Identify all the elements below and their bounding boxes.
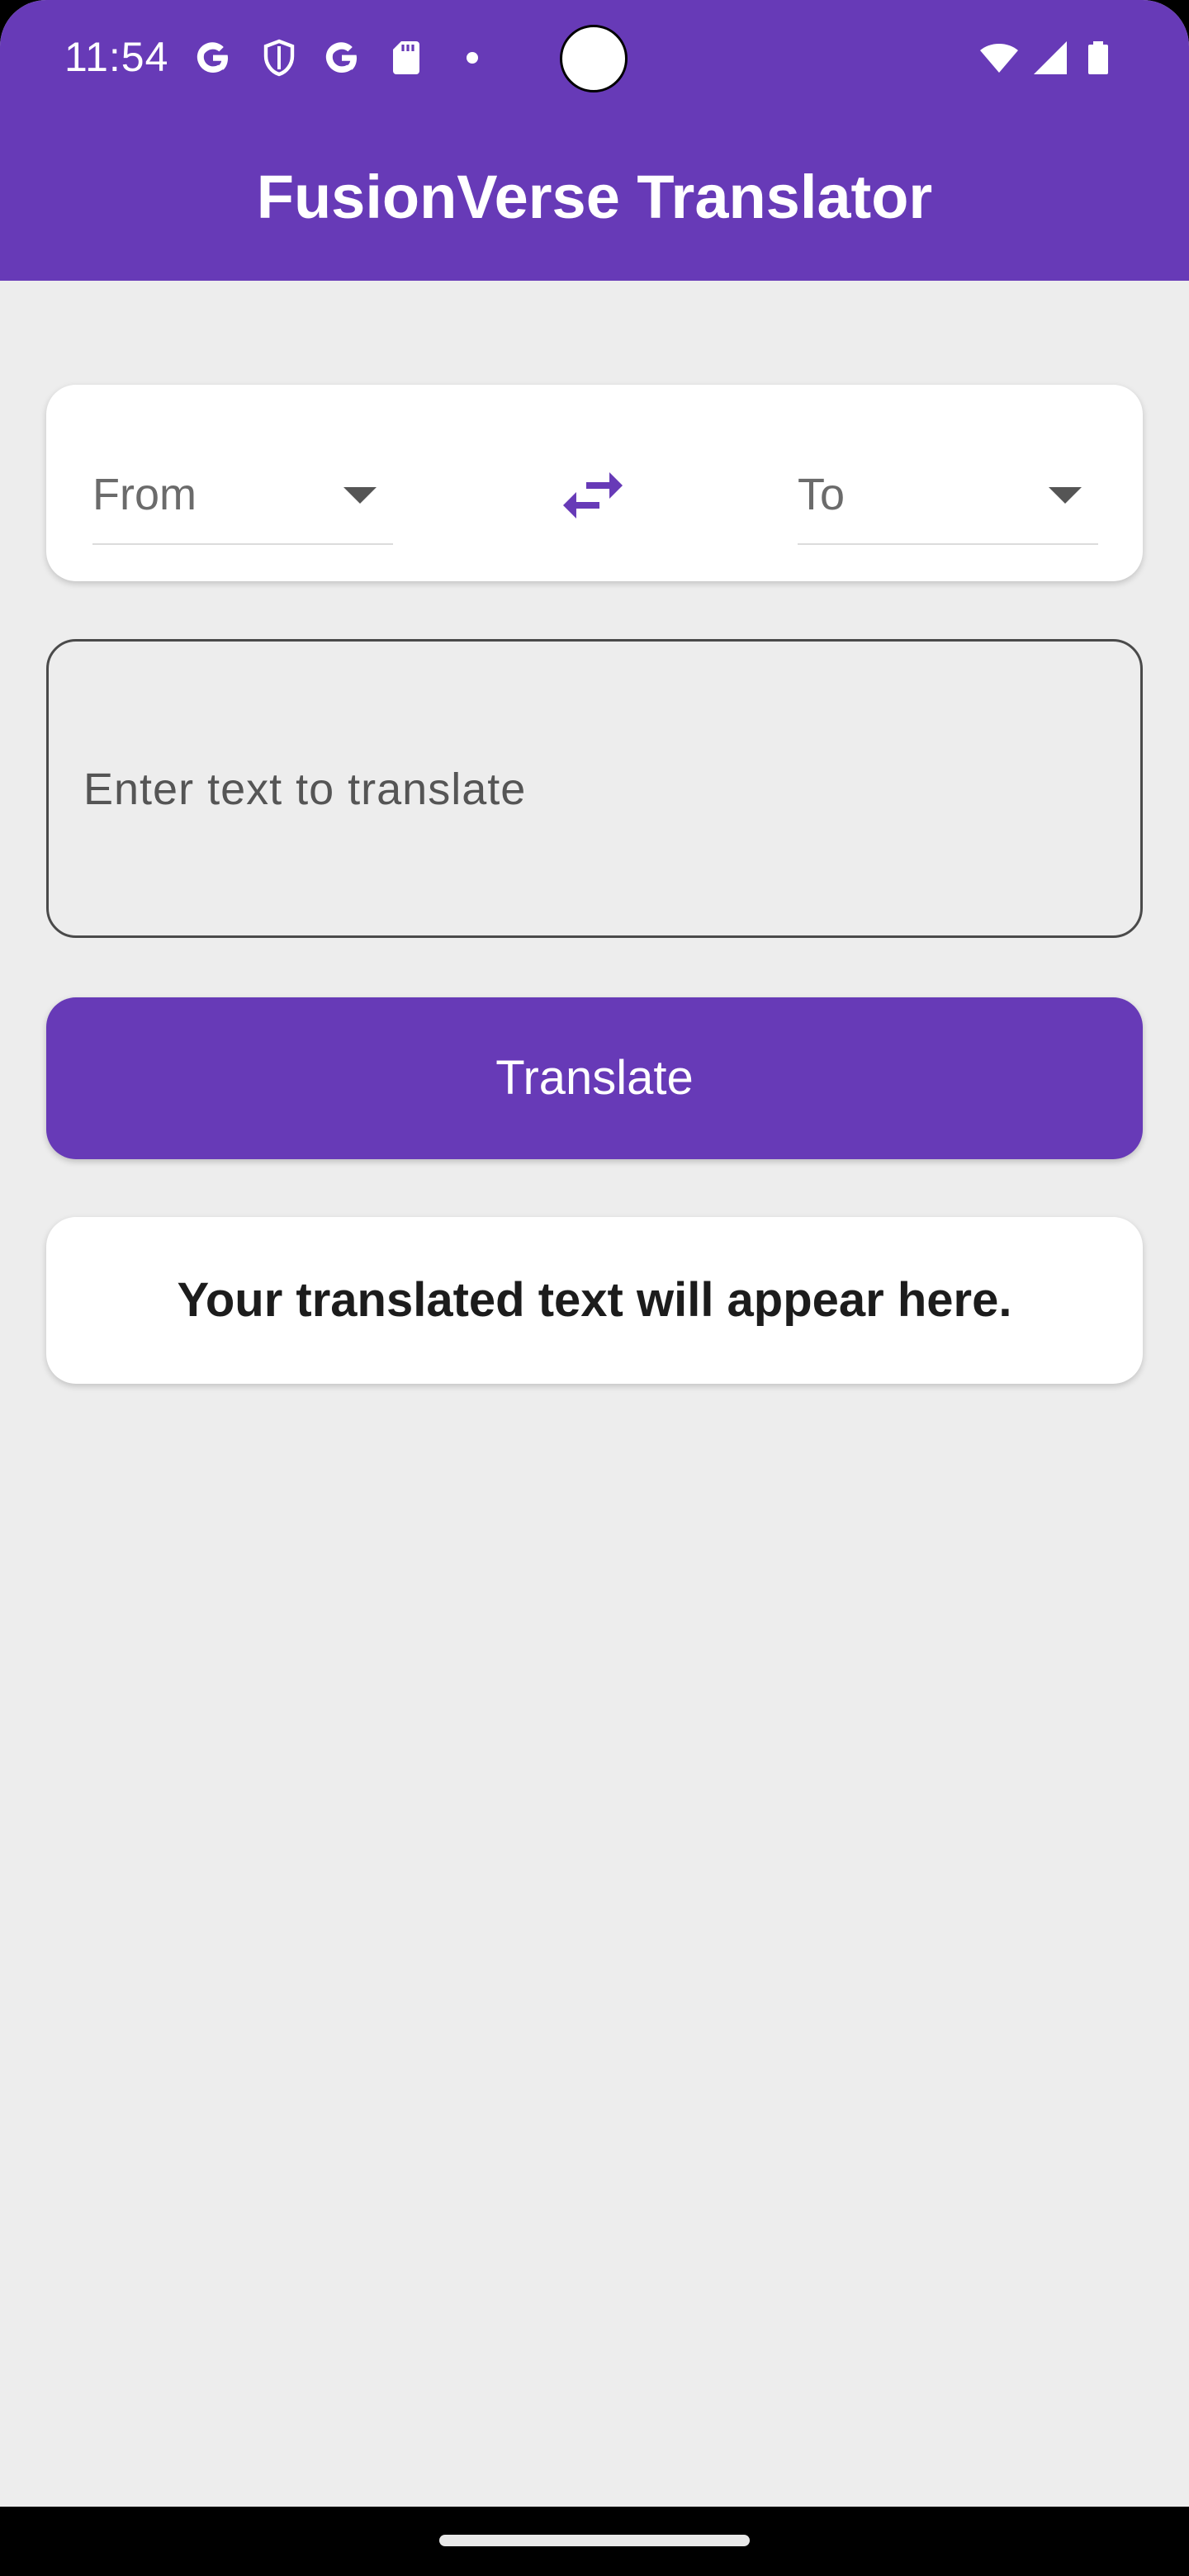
wifi-icon xyxy=(980,44,1018,73)
app-title: FusionVerse Translator xyxy=(256,163,933,231)
chevron-down-icon xyxy=(343,487,377,504)
status-time: 11:54 xyxy=(64,34,169,80)
from-language-dropdown[interactable]: From xyxy=(92,454,393,545)
translated-text: Your translated text will appear here. xyxy=(177,1273,1012,1327)
camera-cutout xyxy=(560,25,628,92)
sd-card-icon xyxy=(393,41,419,74)
swap-horiz-icon[interactable] xyxy=(553,456,632,535)
language-selector-card: From To xyxy=(46,385,1143,581)
translate-button[interactable]: Translate xyxy=(46,997,1143,1159)
chevron-down-icon xyxy=(1049,487,1082,504)
result-card: Your translated text will appear here. xyxy=(46,1217,1143,1384)
dot-icon xyxy=(467,52,478,64)
app-bar: 11:54 FusionVerse Translator xyxy=(0,0,1189,281)
app-screen: 11:54 FusionVerse Translator From To Ent… xyxy=(0,0,1189,2576)
shield-icon xyxy=(263,39,295,77)
to-language-dropdown[interactable]: To xyxy=(798,454,1098,545)
from-language-label: From xyxy=(92,470,197,519)
google-g-icon xyxy=(197,42,228,73)
battery-icon xyxy=(1088,41,1108,74)
home-gesture-handle[interactable] xyxy=(439,2535,750,2546)
signal-icon xyxy=(1034,41,1067,74)
to-language-label: To xyxy=(798,470,846,519)
status-bar: 11:54 xyxy=(0,0,1189,119)
source-text-input[interactable]: Enter text to translate xyxy=(46,639,1143,938)
google-g-icon xyxy=(325,42,357,73)
input-placeholder: Enter text to translate xyxy=(83,765,527,814)
